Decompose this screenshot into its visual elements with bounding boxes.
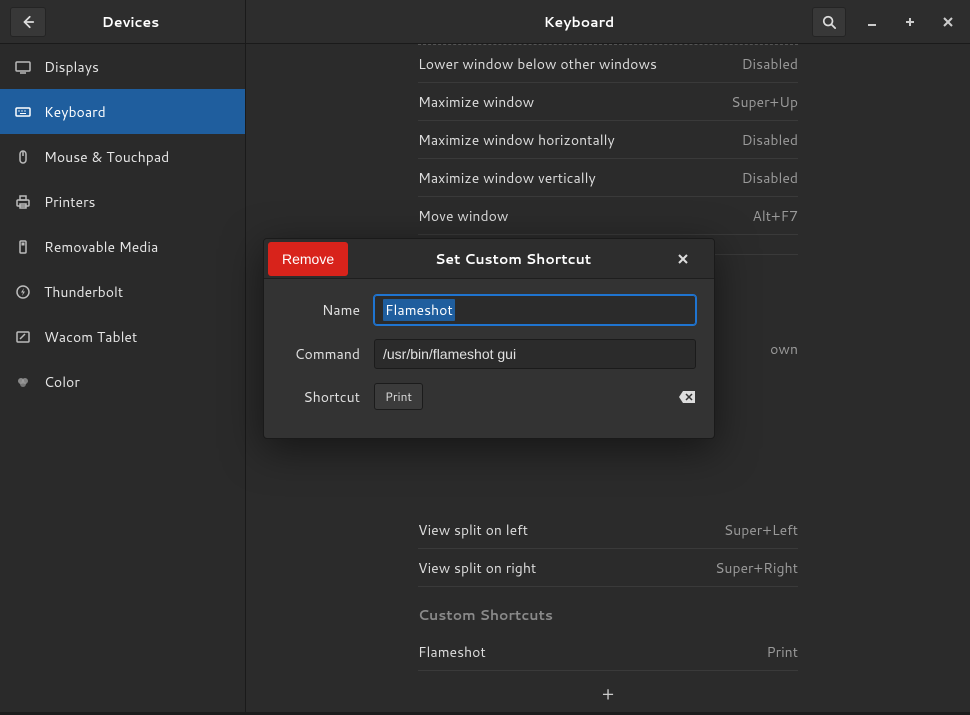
sidebar-item-label: Removable Media — [44, 237, 158, 257]
page-title: Keyboard — [246, 12, 812, 32]
sidebar-item-label: Keyboard — [44, 102, 106, 122]
sidebar-item-label: Thunderbolt — [44, 282, 123, 302]
sidebar-item-label: Printers — [44, 192, 96, 212]
command-label: Command — [282, 344, 360, 364]
displays-icon — [14, 58, 32, 76]
shortcut-key-display[interactable]: Print — [374, 383, 423, 410]
add-shortcut-button[interactable]: + — [418, 671, 798, 715]
sidebar-item-color[interactable]: Color — [0, 359, 245, 404]
color-icon — [14, 373, 32, 391]
title-actions — [812, 7, 970, 37]
form-row-shortcut: Shortcut Print — [282, 383, 696, 410]
sidebar-item-label: Wacom Tablet — [44, 327, 137, 347]
shortcut-label: Lower window below other windows — [418, 54, 742, 74]
shortcut-row[interactable]: View split on left Super+Left — [418, 511, 798, 549]
shortcut-label: Flameshot — [418, 642, 766, 662]
shortcut-label: Shortcut — [282, 387, 360, 407]
name-label: Name — [282, 300, 360, 320]
minimize-icon — [866, 16, 878, 28]
sidebar-item-wacom[interactable]: Wacom Tablet — [0, 314, 245, 359]
sidebar-title: Devices — [46, 12, 245, 32]
shortcut-label: Maximize window vertically — [418, 168, 742, 188]
form-row-command: Command — [282, 339, 696, 369]
close-icon — [942, 16, 954, 28]
shortcut-accel: Alt+F7 — [752, 206, 798, 226]
shortcut-accel: Disabled — [742, 130, 798, 150]
shortcut-row[interactable]: Move window Alt+F7 — [418, 197, 798, 235]
search-button[interactable] — [812, 7, 846, 37]
search-icon — [822, 15, 836, 29]
custom-shortcuts-header: Custom Shortcuts — [418, 587, 798, 633]
shortcut-row[interactable]: Maximize window vertically Disabled — [418, 159, 798, 197]
back-arrow-icon — [21, 15, 35, 29]
dialog-title: Set Custom Shortcut — [348, 249, 678, 269]
custom-shortcut-row[interactable]: Flameshot Print — [418, 633, 798, 671]
sidebar-item-keyboard[interactable]: Keyboard — [0, 89, 245, 134]
shortcut-row[interactable]: Maximize window horizontally Disabled — [418, 121, 798, 159]
custom-shortcut-dialog: Remove Set Custom Shortcut Name Flamesho… — [263, 238, 715, 439]
shortcut-label: View split on left — [418, 520, 724, 540]
sidebar-item-thunderbolt[interactable]: Thunderbolt — [0, 269, 245, 314]
tablet-icon — [14, 328, 32, 346]
dialog-close-button[interactable] — [678, 254, 714, 264]
name-input-value: Flameshot — [383, 299, 455, 321]
sidebar-item-label: Displays — [44, 57, 99, 77]
media-icon — [14, 238, 32, 256]
mouse-icon — [14, 148, 32, 166]
shortcut-accel: Super+Right — [715, 558, 798, 578]
sidebar-item-removable-media[interactable]: Removable Media — [0, 224, 245, 269]
shortcut-accel: Disabled — [742, 54, 798, 74]
shortcut-accel: Print — [766, 642, 798, 662]
shortcut-label: View split on right — [418, 558, 715, 578]
shortcut-row[interactable]: Maximize window Super+Up — [418, 83, 798, 121]
close-button[interactable] — [936, 10, 960, 34]
clear-shortcut-button[interactable] — [678, 390, 696, 404]
sidebar-item-label: Mouse & Touchpad — [44, 147, 169, 167]
shortcut-label: Maximize window horizontally — [418, 130, 742, 150]
dialog-body: Name Flameshot Command Shortcut Print — [264, 279, 714, 438]
keyboard-icon — [14, 103, 32, 121]
remove-button[interactable]: Remove — [268, 242, 348, 276]
shortcut-row[interactable]: Lower window below other windows Disable… — [418, 45, 798, 83]
minimize-button[interactable] — [860, 10, 884, 34]
shortcut-accel: Disabled — [742, 168, 798, 188]
shortcut-label: Move window — [418, 206, 752, 226]
sidebar-item-printers[interactable]: Printers — [0, 179, 245, 224]
main-title-area: Keyboard — [246, 0, 970, 43]
sidebar-item-displays[interactable]: Displays — [0, 44, 245, 89]
name-input[interactable]: Flameshot — [374, 295, 696, 325]
printer-icon — [14, 193, 32, 211]
shortcut-accel: Super+Left — [724, 520, 798, 540]
sidebar: Displays Keyboard Mouse & Touchpad Print… — [0, 44, 246, 712]
sidebar-title-area: Devices — [0, 0, 246, 43]
sidebar-item-label: Color — [44, 372, 80, 392]
backspace-icon — [678, 390, 696, 404]
command-input[interactable] — [374, 339, 696, 369]
dialog-header: Remove Set Custom Shortcut — [264, 239, 714, 279]
sidebar-item-mouse[interactable]: Mouse & Touchpad — [0, 134, 245, 179]
shortcut-row[interactable]: View split on right Super+Right — [418, 549, 798, 587]
maximize-icon — [904, 16, 916, 28]
shortcut-accel: Super+Up — [731, 92, 798, 112]
shortcut-label: Maximize window — [418, 92, 731, 112]
titlebar: Devices Keyboard — [0, 0, 970, 44]
thunderbolt-icon — [14, 283, 32, 301]
plus-icon: + — [602, 680, 614, 706]
back-button[interactable] — [10, 7, 46, 37]
maximize-button[interactable] — [898, 10, 922, 34]
form-row-name: Name Flameshot — [282, 295, 696, 325]
close-icon — [678, 254, 688, 264]
